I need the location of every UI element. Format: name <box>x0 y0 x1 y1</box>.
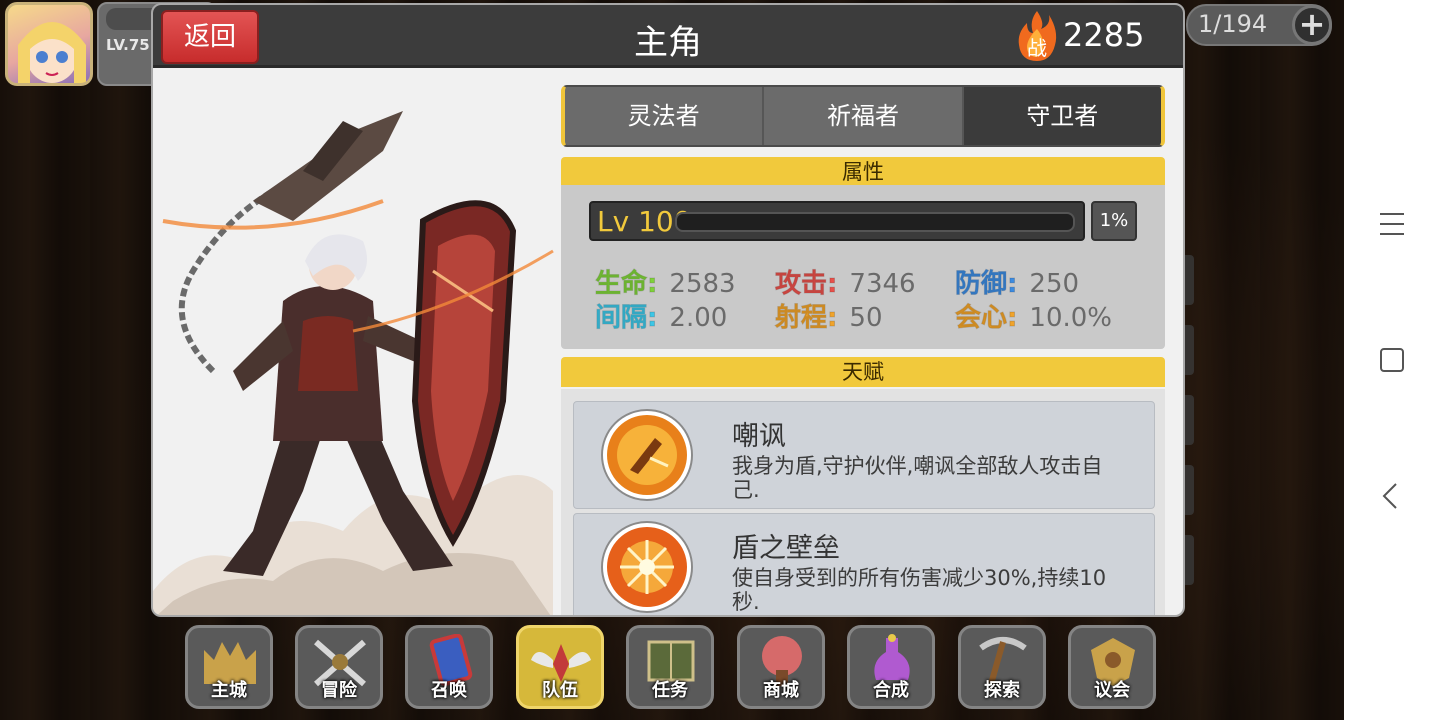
menu-label: 探索 <box>984 680 1020 701</box>
menu-label: 任务 <box>652 680 688 701</box>
menu-shop[interactable]: 商城 <box>737 625 825 709</box>
menu-team[interactable]: 队伍 <box>516 625 604 709</box>
menu-label: 合成 <box>873 680 909 701</box>
menu-summon[interactable]: 召唤 <box>405 625 493 709</box>
menu-quest[interactable]: 任务 <box>626 625 714 709</box>
counter-text: 1/194 <box>1198 10 1268 38</box>
stat-critical: 会心: 10.0% <box>954 297 1113 334</box>
menu-label: 冒险 <box>321 680 357 701</box>
home-icon[interactable] <box>1374 342 1410 378</box>
flame-icon: 战 <box>1015 9 1059 63</box>
stat-attack: 攻击: 7346 <box>774 263 916 300</box>
character-portrait <box>153 71 558 615</box>
exp-percent: 1% <box>1091 201 1137 241</box>
menu-icon[interactable] <box>1374 206 1410 242</box>
menu-synthesis[interactable]: 合成 <box>847 625 935 709</box>
tab-blesser[interactable]: 祈福者 <box>764 87 964 145</box>
player-avatar[interactable] <box>5 2 93 86</box>
attributes-header: 属性 <box>561 157 1165 187</box>
stat-interval: 间隔: 2.00 <box>594 297 728 334</box>
menu-adventure[interactable]: 冒险 <box>295 625 383 709</box>
back-icon[interactable] <box>1374 478 1410 514</box>
power-badge-text: 战 <box>1027 36 1047 60</box>
stat-label: 会心: <box>954 303 1018 334</box>
hero-dialog: 主角 返回 战 2285 灵法者 祈福者 守卫者 属性 Lv 100 1% 生命… <box>151 3 1185 617</box>
menu-label: 商城 <box>763 680 799 701</box>
talent-card-taunt[interactable]: 嘲讽 我身为盾,守护伙伴,嘲讽全部敌人攻击自己. <box>573 401 1155 509</box>
stat-value: 7346 <box>849 269 916 299</box>
level-progress-bar: Lv 100 <box>589 201 1085 241</box>
menu-label: 主城 <box>211 680 247 701</box>
stat-value: 2.00 <box>669 303 728 333</box>
stat-value: 50 <box>849 303 883 333</box>
talent-card-shield-wall[interactable]: 盾之壁垒 使自身受到的所有伤害减少30%,持续10秒. <box>573 513 1155 615</box>
stat-label: 间隔: <box>594 303 658 334</box>
system-nav-bar <box>1344 0 1440 720</box>
talents-header: 天赋 <box>561 357 1165 387</box>
menu-council[interactable]: 议会 <box>1068 625 1156 709</box>
stat-hp: 生命: 2583 <box>594 263 736 300</box>
power-value: 2285 <box>1063 16 1145 54</box>
stat-defense: 防御: 250 <box>954 263 1080 300</box>
stat-value: 250 <box>1029 269 1080 299</box>
menu-label: 队伍 <box>542 680 578 701</box>
talent-name: 嘲讽 <box>732 421 786 452</box>
player-level: LV.75 <box>106 36 150 54</box>
menu-explore[interactable]: 探索 <box>958 625 1046 709</box>
talent-desc: 使自身受到的所有伤害减少30%,持续10秒. <box>732 566 1107 614</box>
menu-label: 召唤 <box>431 680 467 701</box>
exp-track <box>675 212 1075 232</box>
stat-value: 2583 <box>669 269 736 299</box>
menu-label: 议会 <box>1094 680 1130 701</box>
tab-guardian[interactable]: 守卫者 <box>963 87 1161 145</box>
class-tabs: 灵法者 祈福者 守卫者 <box>561 85 1165 147</box>
attributes-panel: Lv 100 1% 生命: 2583 攻击: 7346 防御: 250 间隔: 2.00… <box>561 185 1165 349</box>
stat-range: 射程: 50 <box>774 297 883 334</box>
talents-panel: 嘲讽 我身为盾,守护伙伴,嘲讽全部敌人攻击自己. 盾之壁垒 使自身受到的所有伤害… <box>561 389 1165 615</box>
stat-value: 10.0% <box>1029 303 1113 333</box>
taunt-skill-icon <box>600 408 694 502</box>
stat-label: 生命: <box>594 269 658 300</box>
dialog-header: 主角 返回 战 2285 <box>153 5 1183 68</box>
stat-label: 防御: <box>954 269 1018 300</box>
talent-name: 盾之壁垒 <box>732 533 840 564</box>
tab-spellcaster[interactable]: 灵法者 <box>565 87 765 145</box>
plus-icon[interactable]: + <box>1292 5 1332 45</box>
talent-desc: 我身为盾,守护伙伴,嘲讽全部敌人攻击自己. <box>732 454 1103 502</box>
stat-label: 射程: <box>774 303 838 334</box>
stat-label: 攻击: <box>774 269 838 300</box>
back-button[interactable]: 返回 <box>161 10 259 64</box>
menu-castle[interactable]: 主城 <box>185 625 273 709</box>
shield-wall-skill-icon <box>600 520 694 614</box>
